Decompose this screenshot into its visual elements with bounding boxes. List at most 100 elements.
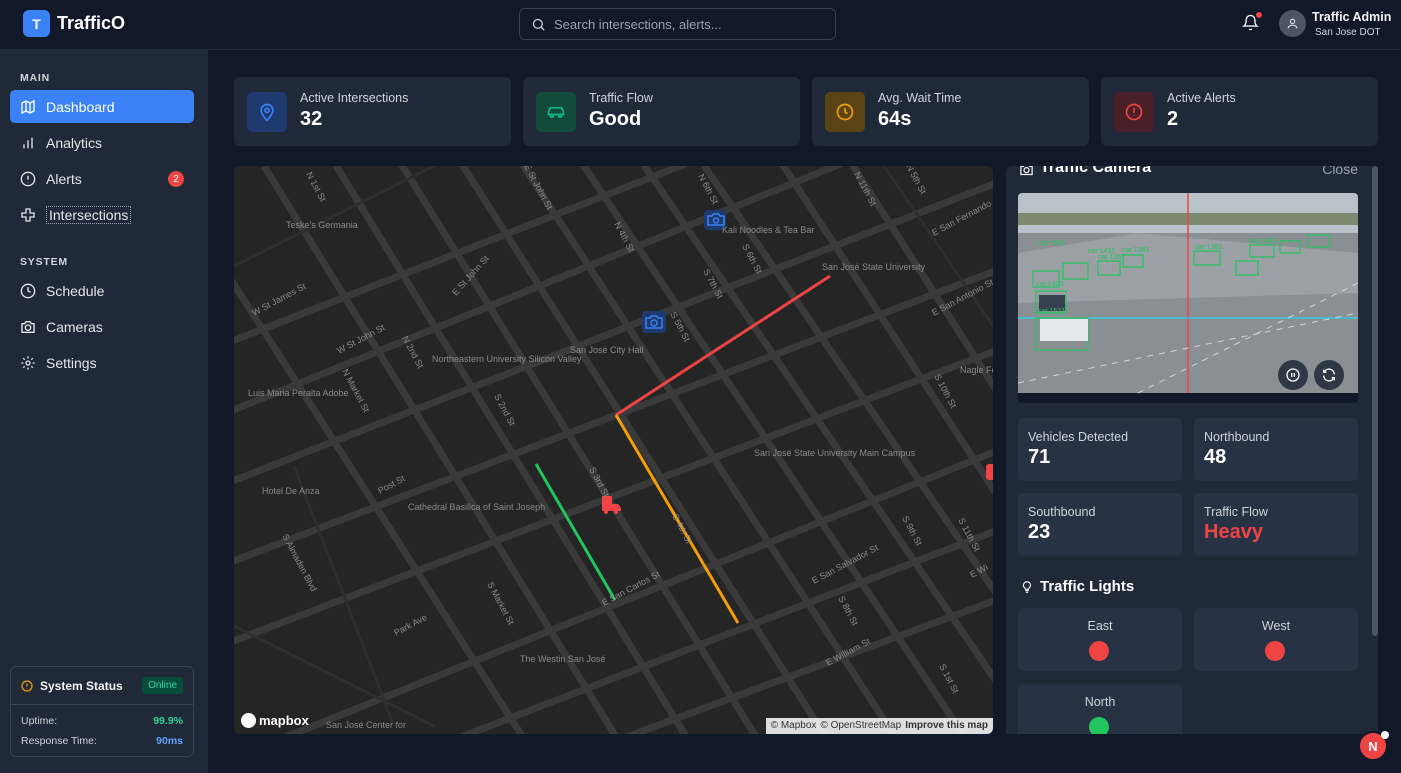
location-pin-icon <box>247 92 287 132</box>
detection-label: car 1362 <box>1195 244 1222 251</box>
metric-value: 48 <box>1204 446 1227 468</box>
camera-panel-title: Traffic Camera <box>1040 166 1152 176</box>
detection-label: car 1361 <box>1122 247 1149 254</box>
stat-label: Active Alerts <box>1167 91 1236 105</box>
stat-value: 2 <box>1167 108 1179 130</box>
fab-notification-dot <box>1381 731 1389 739</box>
status-badge: Online <box>142 677 183 694</box>
metric-traffic-flow: Traffic Flow Heavy <box>1194 493 1358 556</box>
user-icon <box>1287 18 1298 29</box>
sidebar-item-analytics[interactable]: Analytics <box>10 126 194 159</box>
metric-value: Heavy <box>1204 521 1263 543</box>
alerts-count-badge: 2 <box>168 171 184 187</box>
sidebar-item-intersections[interactable]: Intersections <box>10 198 194 231</box>
clock-icon <box>825 92 865 132</box>
map-label: San José City Hall <box>570 345 644 355</box>
light-status-dot <box>1089 717 1109 734</box>
map-label: E St John St <box>450 253 491 297</box>
main-section-label: MAIN <box>20 72 51 84</box>
road <box>284 448 993 734</box>
response-time-value: 90ms <box>156 735 183 747</box>
road <box>234 624 435 728</box>
attribution-mapbox-link[interactable]: © Mapbox <box>771 720 817 732</box>
sidebar-item-label: Intersections <box>46 205 132 224</box>
map-label: San José Center for <box>326 720 406 730</box>
crossroads-icon <box>21 207 35 222</box>
map-label: Northeastern University Silicon Valley <box>432 354 582 364</box>
refresh-icon <box>1323 368 1335 382</box>
traffic-map[interactable]: Teske's Germania E St John St W St James… <box>234 166 993 734</box>
gear-icon <box>21 355 35 370</box>
sidebar-item-cameras[interactable]: Cameras <box>10 310 194 343</box>
stat-value: 32 <box>300 108 323 130</box>
map-label: N 5th St <box>904 166 928 196</box>
map-label: Nagle Fe <box>960 365 993 375</box>
system-status-card: System Status Online Uptime: 99.9% Respo… <box>10 666 194 757</box>
map-label: Park Ave <box>392 612 428 638</box>
sidebar-item-label: Dashboard <box>46 98 115 115</box>
metric-southbound: Southbound 23 <box>1018 493 1182 556</box>
sidebar-item-schedule[interactable]: Schedule <box>10 274 194 307</box>
stat-value: Good <box>589 108 642 130</box>
metric-value: 23 <box>1028 521 1051 543</box>
search-box[interactable] <box>519 8 836 40</box>
camera-icon <box>1020 166 1033 176</box>
attribution-osm-link[interactable]: © OpenStreetMap <box>820 720 901 732</box>
sidebar-item-label: Analytics <box>46 134 103 151</box>
map-label: S Market St <box>485 580 516 627</box>
traffic-light-west[interactable]: West <box>1194 608 1358 671</box>
map-label: The Westin San José <box>520 654 605 664</box>
panel-scrollbar[interactable] <box>1372 166 1378 636</box>
map-label: Teske's Germania <box>286 220 358 230</box>
camera-marker[interactable] <box>642 311 666 333</box>
sidebar: MAIN Dashboard Analytics Alerts 2 Inters… <box>0 50 208 773</box>
incident-marker-edge[interactable] <box>986 464 993 480</box>
refresh-button[interactable] <box>1314 360 1344 390</box>
search-input[interactable] <box>554 9 824 39</box>
sidebar-item-dashboard[interactable]: Dashboard <box>10 90 194 123</box>
traffic-lights-title: Traffic Lights <box>1040 578 1135 595</box>
vehicle <box>1040 319 1088 341</box>
divider <box>11 704 193 705</box>
improve-map-link[interactable]: Improve this map <box>905 720 988 732</box>
mapbox-logo-icon <box>241 713 256 728</box>
map-label: N 1st St <box>304 170 328 203</box>
stat-label: Avg. Wait Time <box>878 91 962 105</box>
camera-icon <box>21 320 35 333</box>
close-button[interactable]: Close <box>1322 166 1358 177</box>
response-time-label: Response Time: <box>21 735 97 747</box>
uptime-label: Uptime: <box>21 715 58 727</box>
avatar[interactable] <box>1279 10 1306 37</box>
map-label: Luis Maria Peralta Adobe <box>248 388 349 398</box>
camera-feed[interactable]: car 1501 car 1431 car 1361 car 1362 car … <box>1018 193 1358 403</box>
detection-label: car 1521 <box>1038 308 1065 315</box>
camera-panel: Traffic Camera Close car 1501 car 1431 c… <box>1006 166 1378 734</box>
light-label: West <box>1261 619 1291 633</box>
map-label: S Almaden Blvd <box>280 532 319 593</box>
system-status-title: System Status <box>40 679 123 693</box>
map-canvas[interactable]: Teske's Germania E St John St W St James… <box>234 166 993 734</box>
alert-circle-icon <box>20 171 36 186</box>
road <box>234 166 435 268</box>
stat-label: Active Intersections <box>300 91 409 105</box>
map-label: S 3rd St <box>587 465 611 499</box>
sidebar-item-alerts[interactable]: Alerts 2 <box>10 162 194 195</box>
metric-value: 71 <box>1028 446 1051 468</box>
map-label: San José State University Main Campus <box>754 448 916 458</box>
map-label: S 8th St <box>836 594 860 627</box>
map-label: Kali Noodles & Tea Bar <box>722 225 814 235</box>
map-label: N 11th St <box>852 170 878 208</box>
detection-label: car 1501 <box>1038 240 1065 247</box>
user-org: San Jose DOT <box>1315 27 1381 38</box>
sidebar-item-settings[interactable]: Settings <box>10 346 194 379</box>
stat-label: Traffic Flow <box>589 91 653 105</box>
sidebar-item-label: Cameras <box>46 318 103 335</box>
logo-badge: T <box>23 10 50 37</box>
traffic-light-north[interactable]: North <box>1018 684 1182 734</box>
mapbox-logo[interactable]: mapbox <box>241 713 309 728</box>
alert-circle-icon <box>1114 92 1154 132</box>
traffic-light-east[interactable]: East <box>1018 608 1182 671</box>
notification-dot <box>1256 12 1262 18</box>
map-attribution: © Mapbox © OpenStreetMap Improve this ma… <box>765 718 993 734</box>
pause-button[interactable] <box>1278 360 1308 390</box>
